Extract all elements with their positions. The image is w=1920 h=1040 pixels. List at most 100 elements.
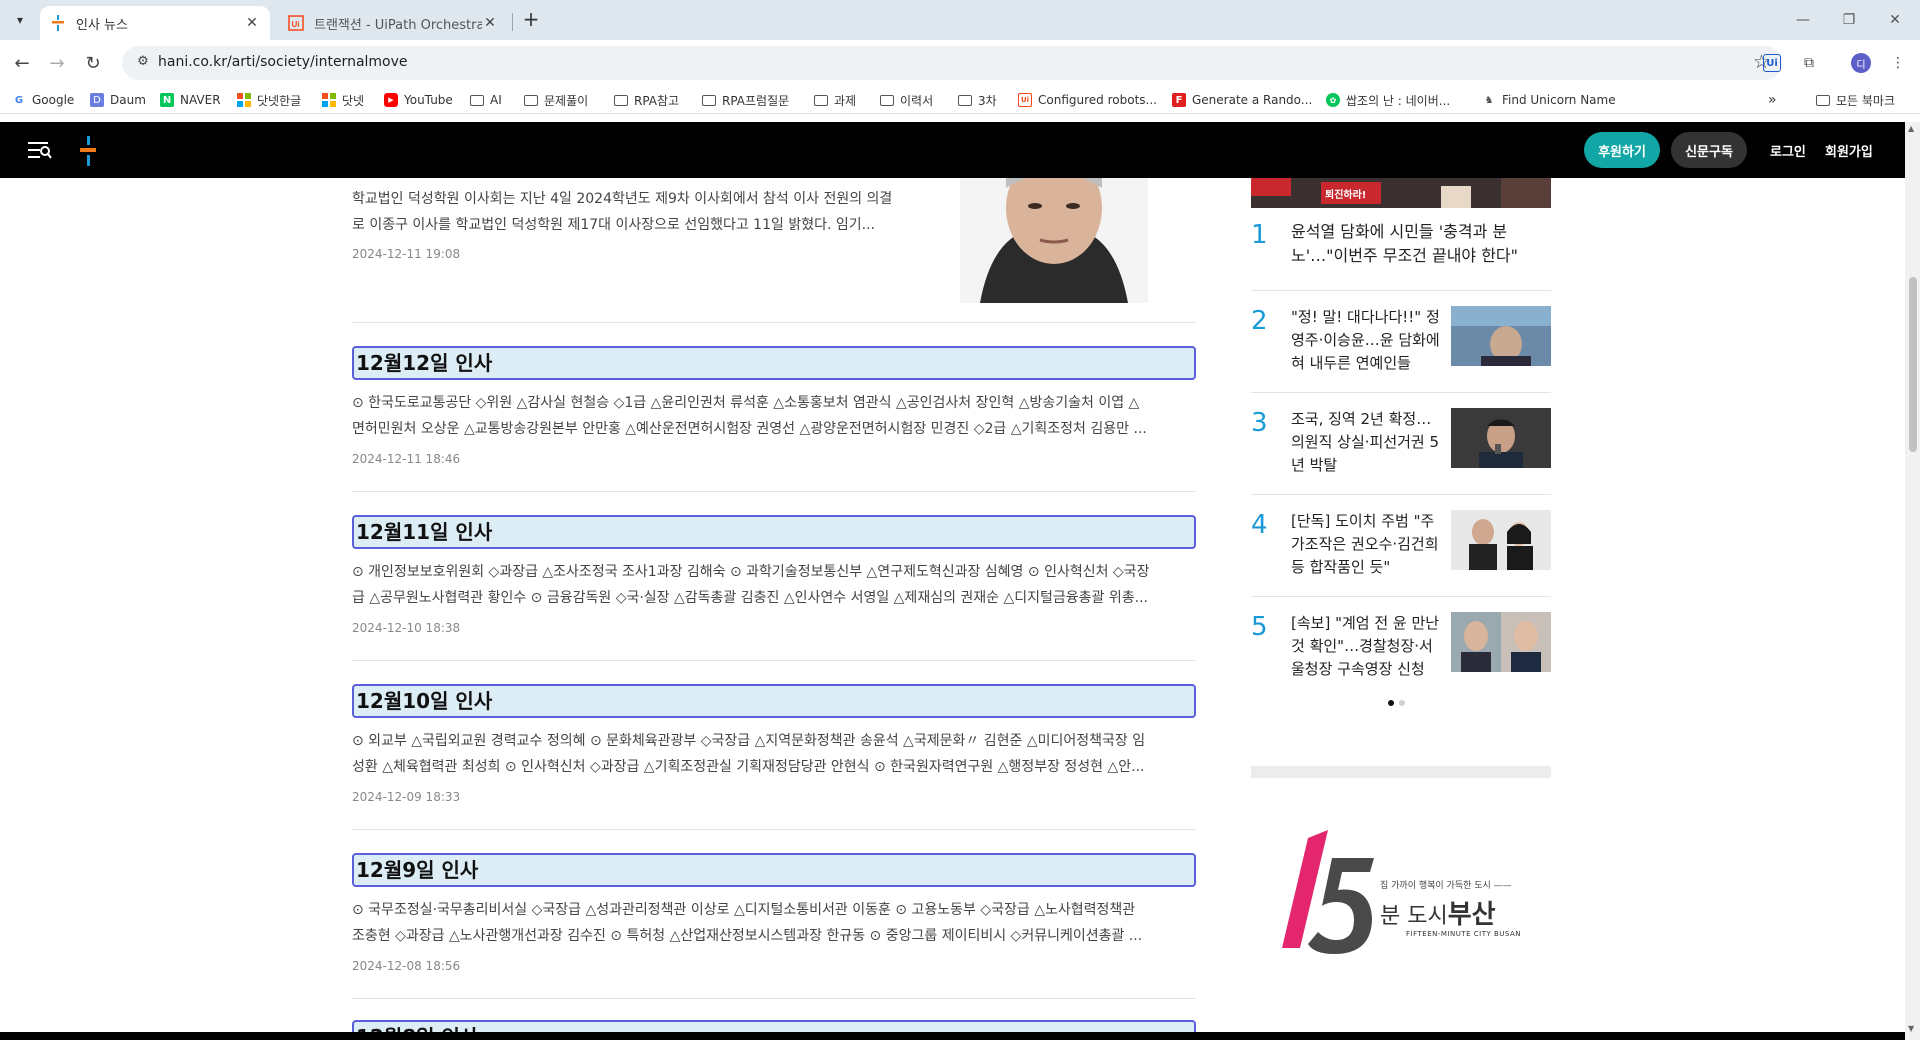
close-icon[interactable]: ✕ xyxy=(244,15,260,31)
rank-title[interactable]: 조국, 징역 2년 확정… 의원직 상실·피선거권 5 년 박탈 xyxy=(1291,408,1439,477)
page-scrollbar[interactable]: ▲ ▼ xyxy=(1905,122,1920,1040)
close-window-button[interactable]: ✕ xyxy=(1872,6,1918,34)
bookmark-daum[interactable]: D Daum xyxy=(90,90,146,110)
url-text[interactable]: hani.co.kr/arti/society/internalmove xyxy=(158,54,408,70)
bookmark-folder-problems[interactable]: 문제풀이 xyxy=(524,90,588,110)
bookmark-folder-3rd[interactable]: 3차 xyxy=(958,90,997,110)
carousel-dot-active[interactable] xyxy=(1388,700,1394,706)
bookmark-youtube[interactable]: ▶ YouTube xyxy=(384,90,453,110)
rank-title[interactable]: [속보] "계엄 전 윤 만난 것 확인"…경찰청장·서 울청장 구속영장 신청 xyxy=(1291,612,1439,681)
ranking-item[interactable]: 2 "정! 말! 대다나다!!" 정 영주·이승윤…윤 담화에 혀 내두른 연예… xyxy=(1251,306,1551,376)
naver-blog-icon: ✿ xyxy=(1326,93,1340,107)
back-button[interactable]: ← xyxy=(9,50,35,76)
article-title[interactable]: 12월12일 인사 xyxy=(352,346,1196,380)
tab-search-button[interactable]: ▾ xyxy=(8,8,32,32)
uipath-extension-icon[interactable]: Ui xyxy=(1763,54,1781,72)
menu-search-icon[interactable] xyxy=(28,140,52,160)
rank-number: 2 xyxy=(1251,306,1268,336)
bookmark-naver-blog[interactable]: ✿ 쌉조의 난 : 네이버... xyxy=(1326,90,1450,110)
article-date: 2024-12-10 18:38 xyxy=(352,621,461,635)
ranking-item[interactable]: 1 윤석열 담화에 시민들 '충격과 분 노'…"이번주 무조건 끝내야 한다" xyxy=(1251,220,1551,280)
article-summary[interactable]: ⊙ 개인정보보호위원회 ◇과장급 △조사조정국 조사1과장 김해숙 ⊙ 과학기술… xyxy=(352,559,1196,611)
divider xyxy=(1251,290,1551,291)
browser-toolbar: ← → ↻ ⚙ hani.co.kr/arti/society/internal… xyxy=(0,40,1920,86)
tab-separator xyxy=(512,13,513,31)
bookmark-naver[interactable]: N NAVER xyxy=(160,90,221,110)
divider xyxy=(352,660,1196,661)
minimize-button[interactable]: — xyxy=(1780,6,1826,34)
close-icon[interactable]: ✕ xyxy=(482,15,498,31)
rank-number: 1 xyxy=(1251,220,1268,250)
bookmark-dotnet-korean[interactable]: 닷넷한글 xyxy=(237,90,301,110)
article-summary[interactable]: ⊙ 국무조정실·국무총리비서실 ◇국장급 △성과관리정책관 이상로 △디지털소통… xyxy=(352,897,1196,949)
ad-divider xyxy=(1251,766,1551,778)
tab-uipath[interactable]: Ui 트랜잭션 - UiPath Orchestrator ✕ xyxy=(278,6,508,40)
carousel-dot[interactable] xyxy=(1399,700,1405,706)
donate-button[interactable]: 후원하기 xyxy=(1584,132,1660,168)
ranking-item[interactable]: 3 조국, 징역 2년 확정… 의원직 상실·피선거권 5 년 박탈 xyxy=(1251,408,1551,478)
article-title[interactable]: 12월9일 인사 xyxy=(352,853,1196,887)
reload-icon: ↻ xyxy=(85,52,101,74)
ad-tagline: 집 가까이 행복이 가득한 도시 —— xyxy=(1380,881,1512,891)
article-summary[interactable]: ⊙ 한국도로교통공단 ◇위원 △감사실 현철승 ◇1급 △윤리인권처 류석훈 △… xyxy=(352,390,1196,442)
bookmark-folder-rpa-ref[interactable]: RPA참고 xyxy=(614,90,679,110)
restore-button[interactable]: ❐ xyxy=(1826,6,1872,34)
tab-title: 트랜잭션 - UiPath Orchestrator xyxy=(314,17,482,33)
bookmark-folder-assignment[interactable]: 과제 xyxy=(814,90,856,110)
advertisement-busan[interactable]: 15 집 가까이 행복이 가득한 도시 —— 분 도시부산 FIFTEEN-MI… xyxy=(1270,828,1540,978)
bookmark-google[interactable]: G Google xyxy=(12,90,74,110)
chevron-double-right-icon: » xyxy=(1768,92,1777,108)
signup-link[interactable]: 회원가입 xyxy=(1825,141,1873,160)
scroll-up-icon[interactable]: ▲ xyxy=(1908,124,1914,133)
subscribe-button[interactable]: 신문구독 xyxy=(1671,132,1747,168)
extensions-puzzle-icon[interactable]: ⧉ xyxy=(1796,50,1822,76)
ranking-item[interactable]: 4 [단독] 도이치 주범 "주 가조작은 권오수·김건희 등 합작품인 듯" xyxy=(1251,510,1551,580)
tab-title: 인사 뉴스 xyxy=(76,17,128,33)
folder-icon xyxy=(524,94,538,106)
rank-title[interactable]: "정! 말! 대다나다!!" 정 영주·이승윤…윤 담화에 혀 내두른 연예인들 xyxy=(1291,306,1440,375)
folder-icon xyxy=(1816,94,1830,106)
bookmarks-overflow-button[interactable]: » xyxy=(1768,90,1777,110)
rank-thumbnail[interactable] xyxy=(1451,306,1551,366)
youtube-icon: ▶ xyxy=(384,93,398,107)
bookmark-dotnet[interactable]: 닷넷 xyxy=(322,90,364,110)
ranking-item[interactable]: 5 [속보] "계엄 전 윤 만난 것 확인"…경찰청장·서 울청장 구속영장 … xyxy=(1251,612,1551,682)
rank-number: 4 xyxy=(1251,510,1268,540)
article-title[interactable]: 12월10일 인사 xyxy=(352,684,1196,718)
reload-button[interactable]: ↻ xyxy=(80,50,106,76)
folder-icon xyxy=(958,94,972,106)
profile-avatar[interactable]: 디 xyxy=(1851,53,1871,73)
bookmark-folder-rpa-forum[interactable]: RPA프럼질문 xyxy=(702,90,789,110)
article-summary[interactable]: ⊙ 외교부 △국립외교원 경력교수 정의혜 ⊙ 문화체육관광부 ◇국장급 △지역… xyxy=(352,728,1196,780)
tab-internalmove[interactable]: 인사 뉴스 ✕ xyxy=(40,6,270,40)
divider xyxy=(1251,392,1551,393)
scroll-down-icon[interactable]: ▼ xyxy=(1908,1024,1914,1033)
rank-title[interactable]: [단독] 도이치 주범 "주 가조작은 권오수·김건희 등 합작품인 듯" xyxy=(1291,510,1439,579)
new-tab-button[interactable]: + xyxy=(520,9,542,31)
article-title[interactable]: 12월11일 인사 xyxy=(352,515,1196,549)
bookmark-folder-ai[interactable]: AI xyxy=(470,90,502,110)
divider xyxy=(352,491,1196,492)
rank-thumbnail[interactable] xyxy=(1451,510,1551,570)
carousel-pagination xyxy=(1388,700,1405,706)
bookmark-folder-resume[interactable]: 이력서 xyxy=(880,90,933,110)
scroll-thumb[interactable] xyxy=(1909,277,1917,452)
rank-thumbnail[interactable] xyxy=(1451,612,1551,672)
forward-button[interactable]: → xyxy=(44,50,70,76)
bookmark-configured-robots[interactable]: Ui Configured robots... xyxy=(1018,90,1157,110)
bookmark-generate-random[interactable]: F Generate a Rando... xyxy=(1172,90,1312,110)
article-thumbnail[interactable] xyxy=(960,178,1148,303)
ranking-banner-image[interactable]: 퇴진하라! xyxy=(1251,178,1551,208)
ad-logo-15 xyxy=(1282,830,1374,954)
login-link[interactable]: 로그인 xyxy=(1770,141,1806,160)
hani-logo[interactable] xyxy=(80,136,96,166)
all-bookmarks-button[interactable]: 모든 북마크 xyxy=(1816,90,1895,110)
rank-thumbnail[interactable] xyxy=(1451,408,1551,468)
bookmark-find-unicorn[interactable]: ♞ Find Unicorn Name xyxy=(1482,90,1616,110)
uipath-icon: Ui xyxy=(1018,93,1032,107)
address-bar[interactable]: ⚙ hani.co.kr/arti/society/internalmove ☆ xyxy=(122,46,1782,80)
more-menu-icon[interactable]: ⋮ xyxy=(1885,50,1911,76)
site-info-icon[interactable]: ⚙ xyxy=(134,54,152,72)
rank-title[interactable]: 윤석열 담화에 시민들 '충격과 분 노'…"이번주 무조건 끝내야 한다" xyxy=(1291,220,1518,268)
article-summary[interactable]: 학교법인 덕성학원 이사회는 지난 4일 2024학년도 제9차 이사회에서 참… xyxy=(352,186,897,238)
